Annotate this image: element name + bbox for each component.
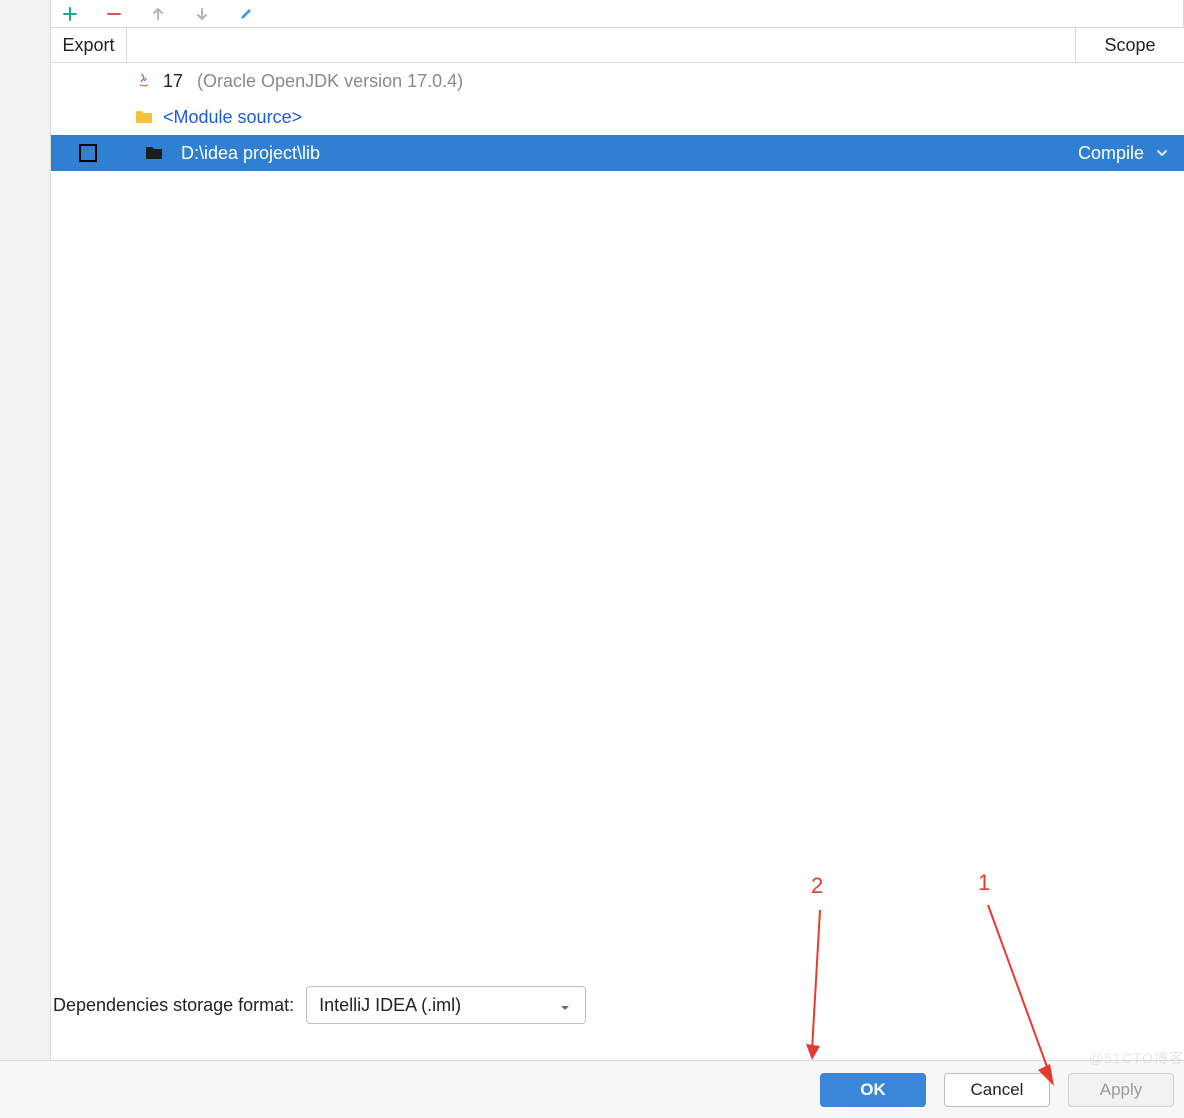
right-panel: Export Scope 17 (Oracle OpenJDK version … [51,0,1184,1118]
toolbar [51,0,1184,27]
header-name[interactable] [127,28,1076,62]
module-source-row[interactable]: <Module source> [51,99,1184,135]
sdk-desc: (Oracle OpenJDK version 17.0.4) [197,71,463,92]
list-empty-space [51,171,1184,978]
add-button[interactable] [61,5,79,23]
table-headers: Export Scope [51,27,1184,63]
library-row-selected[interactable]: D:\idea project\lib Compile [51,135,1184,171]
storage-format-label: Dependencies storage format: [53,995,294,1016]
annotation-number-2: 2 [811,873,823,899]
export-checkbox[interactable] [79,144,97,162]
dependency-list: 17 (Oracle OpenJDK version 17.0.4) <Modu… [51,63,1184,171]
java-icon [135,72,153,90]
header-export[interactable]: Export [51,28,127,62]
annotation-number-1: 1 [978,870,990,896]
ok-button[interactable]: OK [820,1073,926,1107]
scope-value: Compile [1078,143,1144,164]
dialog-footer: OK Cancel Apply [0,1060,1184,1118]
apply-button[interactable]: Apply [1068,1073,1174,1107]
sdk-row[interactable]: 17 (Oracle OpenJDK version 17.0.4) [51,63,1184,99]
storage-format-row: Dependencies storage format: IntelliJ ID… [51,986,1184,1024]
module-source-label: <Module source> [163,107,302,128]
header-scope[interactable]: Scope [1076,28,1184,62]
storage-format-combo[interactable]: IntelliJ IDEA (.iml) [306,986,586,1024]
sdk-version: 17 [163,71,183,92]
chevron-down-icon [1154,145,1170,161]
scope-selector[interactable]: Compile [1078,143,1184,164]
storage-format-value: IntelliJ IDEA (.iml) [319,995,559,1016]
move-up-button[interactable] [149,5,167,23]
folder-icon [135,109,153,125]
cancel-button[interactable]: Cancel [944,1073,1050,1107]
watermark-text: @51CTO博客 [1089,1048,1184,1068]
move-down-button[interactable] [193,5,211,23]
library-path: D:\idea project\lib [181,143,1068,164]
remove-button[interactable] [105,5,123,23]
dropdown-triangle-icon [559,998,573,1012]
folder-dark-icon [145,145,163,161]
edit-button[interactable] [237,5,255,23]
left-gutter [0,0,51,1118]
